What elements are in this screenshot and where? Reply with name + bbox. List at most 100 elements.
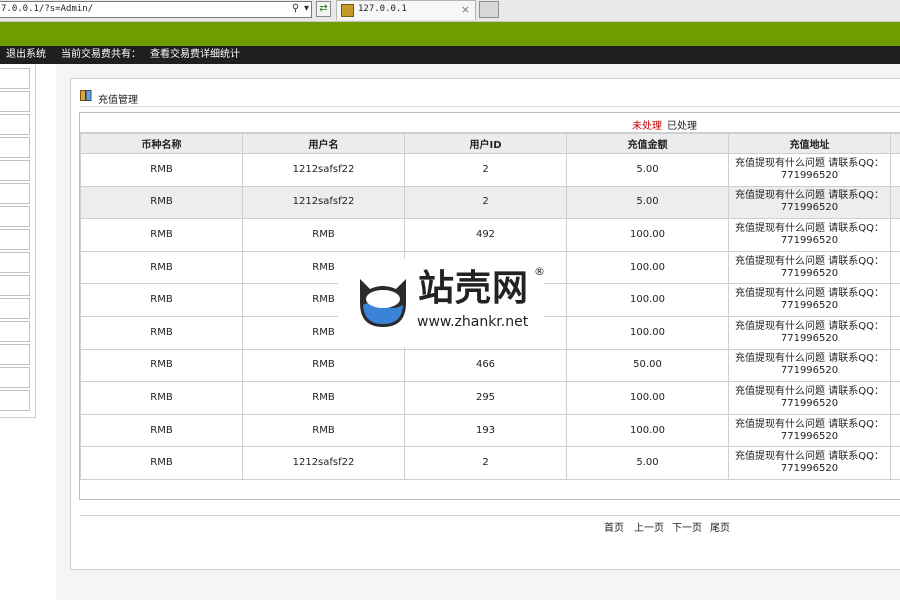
cell-address: 充值提现有什么问题 请联系QQ：771996520 [728,348,891,383]
cell-username: RMB [242,413,405,448]
column-header-currency: 币种名称 [80,133,243,154]
table-row: RMB 1212safsf22 2 5.00 充值提现有什么问题 请联系QQ：7… [80,153,900,187]
cell-username: RMB [242,218,405,252]
cell-amount: 100.00 [566,381,729,415]
cell-username: RMB [242,381,405,415]
cell-user-id: 2 [404,185,567,220]
status-filters: 未处理 已处理 [80,113,900,133]
fee-stats-link[interactable]: 查看交易费详细统计 [150,46,240,64]
first-page-link[interactable]: 首页 [604,519,624,534]
cell-extra [890,446,900,480]
sidebar-item[interactable] [0,321,30,342]
cat-logo-icon [360,279,406,327]
column-header-extra [890,133,900,154]
sidebar-item[interactable] [0,114,30,135]
cell-user-id: 2 [404,153,567,187]
sidebar-item[interactable] [0,160,30,181]
sidebar-item[interactable] [0,367,30,388]
filter-processed-link[interactable]: 已处理 [667,117,697,132]
favicon-icon [341,4,354,17]
sidebar-item[interactable] [0,229,30,250]
cell-extra [890,348,900,383]
watermark-brand: 站壳网 [418,268,530,309]
sidebar-item[interactable] [0,275,30,296]
column-header-username: 用户名 [242,133,405,154]
cell-extra [890,185,900,220]
browser-chrome: 7.0.0.1/?s=Admin/ ⚲ ▾ ⇄ 127.0.0.1 × [0,0,900,22]
sidebar-item[interactable] [0,252,30,273]
divider [80,106,900,107]
sidebar-item[interactable] [0,137,30,158]
cell-address: 充值提现有什么问题 请联系QQ：771996520 [728,185,891,220]
close-tab-icon[interactable]: × [461,3,470,16]
address-bar[interactable]: 7.0.0.1/?s=Admin/ [0,1,312,18]
column-header-user-id: 用户ID [404,133,567,154]
cell-user-id: 492 [404,218,567,252]
cell-currency: RMB [80,381,243,415]
cell-currency: RMB [80,446,243,480]
cell-amount: 5.00 [566,446,729,480]
cell-user-id: 466 [404,348,567,383]
table-header-row: 币种名称 用户名 用户ID 充值金额 充值地址 [80,133,900,154]
cell-amount: 100.00 [566,315,729,350]
cell-user-id: 193 [404,413,567,448]
tab-title: 127.0.0.1 [358,4,407,14]
browser-tab[interactable]: 127.0.0.1 × [336,0,476,20]
pagination: 首页 上一页 下一页 尾页 [80,515,900,534]
fee-total-label: 当前交易费共有： [61,49,141,60]
header-banner [0,22,900,46]
chevron-down-icon[interactable]: ▾ [300,2,313,16]
sidebar-item[interactable] [0,183,30,204]
cell-currency: RMB [80,218,243,252]
cell-extra [890,283,900,317]
cell-extra [890,413,900,448]
cell-amount: 100.00 [566,283,729,317]
cell-currency: RMB [80,185,243,220]
sidebar [0,64,36,418]
sidebar-item[interactable] [0,68,30,89]
table-row: RMB RMB 466 50.00 充值提现有什么问题 请联系QQ：771996… [80,348,900,383]
table-row: RMB RMB 492 100.00 充值提现有什么问题 请联系QQ：77199… [80,218,900,252]
cell-amount: 100.00 [566,218,729,252]
column-header-address: 充值地址 [728,133,891,154]
cell-extra [890,218,900,252]
cell-user-id: 2 [404,446,567,480]
cell-currency: RMB [80,413,243,448]
cell-amount: 100.00 [566,250,729,285]
cell-extra [890,381,900,415]
cell-username: 1212safsf22 [242,446,405,480]
book-icon [80,90,92,101]
prev-page-link[interactable]: 上一页 [634,519,664,534]
cell-extra [890,250,900,285]
cell-amount: 50.00 [566,348,729,383]
table-row: RMB 1212safsf22 2 5.00 充值提现有什么问题 请联系QQ：7… [80,446,900,480]
cell-address: 充值提现有什么问题 请联系QQ：771996520 [728,315,891,350]
cell-currency: RMB [80,250,243,285]
cell-currency: RMB [80,283,243,317]
cell-username: RMB [242,348,405,383]
cell-amount: 100.00 [566,413,729,448]
next-page-link[interactable]: 下一页 [672,519,702,534]
sidebar-item[interactable] [0,390,30,411]
last-page-link[interactable]: 尾页 [710,519,730,534]
logout-link[interactable]: 退出系统 [6,46,46,64]
cell-address: 充值提现有什么问题 请联系QQ：771996520 [728,153,891,187]
sidebar-item[interactable] [0,91,30,112]
cell-currency: RMB [80,348,243,383]
cell-address: 充值提现有什么问题 请联系QQ：771996520 [728,283,891,317]
sidebar-item[interactable] [0,344,30,365]
filter-unprocessed-link[interactable]: 未处理 [632,117,662,132]
page-title: 充值管理 [98,95,138,106]
sidebar-item[interactable] [0,206,30,227]
refresh-arrows-icon[interactable]: ⇄ [316,1,331,17]
cell-address: 充值提现有什么问题 请联系QQ：771996520 [728,446,891,480]
column-header-amount: 充值金额 [566,133,729,154]
table-row: RMB RMB 193 100.00 充值提现有什么问题 请联系QQ：77199… [80,413,900,448]
sidebar-item[interactable] [0,298,30,319]
watermark-url: www.zhankr.net [417,314,529,330]
registered-mark: ® [534,265,545,278]
cell-address: 充值提现有什么问题 请联系QQ：771996520 [728,250,891,285]
watermark: 站壳网 ® www.zhankr.net [338,259,545,347]
cell-address: 充值提现有什么问题 请联系QQ：771996520 [728,218,891,252]
new-tab-button[interactable] [479,1,499,18]
